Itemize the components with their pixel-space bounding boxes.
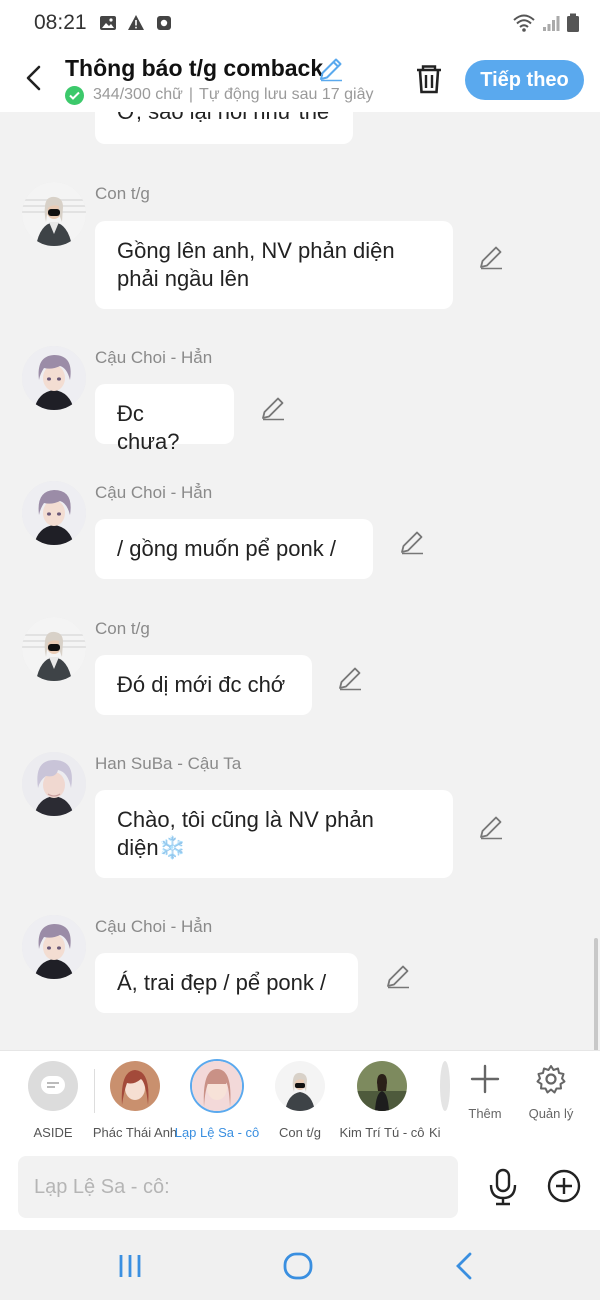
avatar[interactable] bbox=[22, 617, 86, 681]
aside-icon bbox=[28, 1061, 78, 1111]
editor-header: Thông báo t/g comback 344/300 chữ | Tự đ… bbox=[0, 46, 600, 112]
avatar[interactable] bbox=[22, 481, 86, 545]
avatar bbox=[440, 1061, 450, 1111]
message-input[interactable] bbox=[18, 1156, 458, 1218]
message-text: Chào, tôi cũng là NV phản diện❄️ bbox=[117, 807, 374, 860]
avatar bbox=[192, 1061, 242, 1111]
add-label: Thêm bbox=[468, 1106, 502, 1121]
gear-icon bbox=[536, 1065, 566, 1094]
recents-icon bbox=[119, 1255, 141, 1277]
story-title[interactable]: Thông báo t/g comback bbox=[65, 55, 323, 82]
character-4[interactable]: Kim Trí Tú - cô bbox=[338, 1061, 426, 1140]
autosave-text: Tự động lưu sau 17 giây bbox=[199, 86, 374, 103]
message-bubble[interactable]: Đc chưa? bbox=[95, 384, 234, 454]
message-text: Gồng lên anh, NV phản diện phải ngầu lên bbox=[117, 238, 395, 291]
message-text: Đó dị mới đc chớ bbox=[117, 672, 286, 697]
word-count: 344/300 chữ bbox=[93, 86, 183, 103]
message-text: Á, trai đẹp / pể ponk / bbox=[117, 970, 327, 995]
character-label: ASIDE bbox=[33, 1125, 73, 1140]
wifi-icon bbox=[513, 14, 535, 32]
character-label: Phác Thái Anh bbox=[92, 1125, 178, 1140]
character-label: Kim Trí Tú - cô bbox=[339, 1125, 425, 1140]
edit-message-icon[interactable] bbox=[385, 963, 411, 989]
system-nav-bar bbox=[0, 1230, 600, 1300]
battery-icon bbox=[567, 13, 579, 32]
message-bubble[interactable]: Đó dị mới đc chớ bbox=[95, 655, 312, 715]
avatar bbox=[110, 1061, 160, 1111]
avatar[interactable] bbox=[22, 752, 86, 816]
avatar[interactable] bbox=[22, 346, 86, 410]
nav-back-button[interactable] bbox=[444, 1250, 484, 1282]
gallery-icon bbox=[99, 16, 116, 30]
character-1[interactable]: Phác Thái Anh bbox=[91, 1061, 179, 1140]
character-label: Ki bbox=[429, 1125, 441, 1140]
character-5[interactable]: Ki bbox=[420, 1061, 450, 1140]
scrollbar[interactable] bbox=[594, 938, 598, 1050]
home-icon bbox=[283, 1252, 313, 1280]
character-2-selected[interactable]: Lạp Lệ Sa - cô bbox=[173, 1061, 261, 1140]
back-button[interactable] bbox=[18, 58, 50, 98]
next-button[interactable]: Tiếp theo bbox=[465, 60, 584, 100]
message-text: Đc chưa? bbox=[117, 401, 180, 454]
character-bar: ASIDE Phác Thái Anh Lạp Lệ Sa - cô Con t… bbox=[0, 1050, 600, 1146]
avatar[interactable] bbox=[22, 182, 86, 246]
status-bar: 08:21 bbox=[0, 0, 600, 46]
signal-icon bbox=[543, 16, 560, 31]
plus-icon bbox=[470, 1064, 500, 1094]
sender-name: Con t/g bbox=[95, 619, 150, 638]
sender-name: Cậu Choi - Hẳn bbox=[95, 917, 213, 936]
screen-record-icon bbox=[156, 16, 171, 30]
avatar bbox=[275, 1061, 325, 1111]
trash-button[interactable] bbox=[412, 62, 446, 96]
character-3[interactable]: Con t/g bbox=[256, 1061, 344, 1140]
sender-name: Cậu Choi - Hẳn bbox=[95, 483, 213, 502]
sender-name: Con t/g bbox=[95, 184, 150, 203]
add-character-button[interactable]: Thêm bbox=[455, 1063, 515, 1121]
character-label: Lạp Lệ Sa - cô bbox=[174, 1125, 260, 1140]
microphone-icon[interactable] bbox=[486, 1168, 520, 1206]
character-aside[interactable]: ASIDE bbox=[9, 1061, 97, 1140]
check-icon bbox=[65, 85, 84, 105]
message-bubble[interactable]: Gồng lên anh, NV phản diện phải ngầu lên bbox=[95, 221, 453, 309]
avatar bbox=[357, 1061, 407, 1111]
message-text: Ơ, sao lại nói như thế bbox=[117, 112, 329, 124]
sender-name: Cậu Choi - Hẳn bbox=[95, 348, 213, 367]
message-bubble[interactable]: Á, trai đẹp / pể ponk / bbox=[95, 953, 358, 1013]
message-bubble[interactable]: Ơ, sao lại nói như thế bbox=[95, 112, 353, 144]
home-button[interactable] bbox=[278, 1250, 318, 1282]
edit-message-icon[interactable] bbox=[337, 665, 363, 691]
edit-message-icon[interactable] bbox=[478, 244, 504, 270]
edit-message-icon[interactable] bbox=[399, 529, 425, 555]
manage-button[interactable]: Quản lý bbox=[521, 1063, 581, 1121]
manage-label: Quản lý bbox=[528, 1106, 574, 1121]
edit-message-icon[interactable] bbox=[478, 814, 504, 840]
message-bubble[interactable]: / gồng muốn pể ponk / bbox=[95, 519, 373, 579]
edit-title-icon[interactable] bbox=[318, 56, 344, 82]
separator: | bbox=[188, 86, 194, 103]
sender-name: Han SuBa - Cậu Ta bbox=[95, 754, 242, 773]
input-bar bbox=[0, 1146, 600, 1230]
character-label: Con t/g bbox=[279, 1125, 321, 1140]
chat-area[interactable]: Ơ, sao lại nói như thế Con t/g Gồng lên … bbox=[0, 112, 600, 1050]
chevron-left-icon bbox=[26, 65, 41, 91]
warning-icon bbox=[127, 15, 144, 30]
save-status: 344/300 chữ | Tự động lưu sau 17 giây bbox=[65, 85, 390, 105]
recents-button[interactable] bbox=[110, 1250, 150, 1282]
avatar[interactable] bbox=[22, 915, 86, 979]
message-bubble[interactable]: Chào, tôi cũng là NV phản diện❄️ bbox=[95, 790, 453, 878]
edit-message-icon[interactable] bbox=[260, 395, 286, 421]
add-circle-icon[interactable] bbox=[547, 1169, 581, 1203]
status-time: 08:21 bbox=[34, 11, 87, 34]
back-arrow-icon bbox=[456, 1252, 472, 1280]
message-text: / gồng muốn pể ponk / bbox=[117, 536, 336, 561]
